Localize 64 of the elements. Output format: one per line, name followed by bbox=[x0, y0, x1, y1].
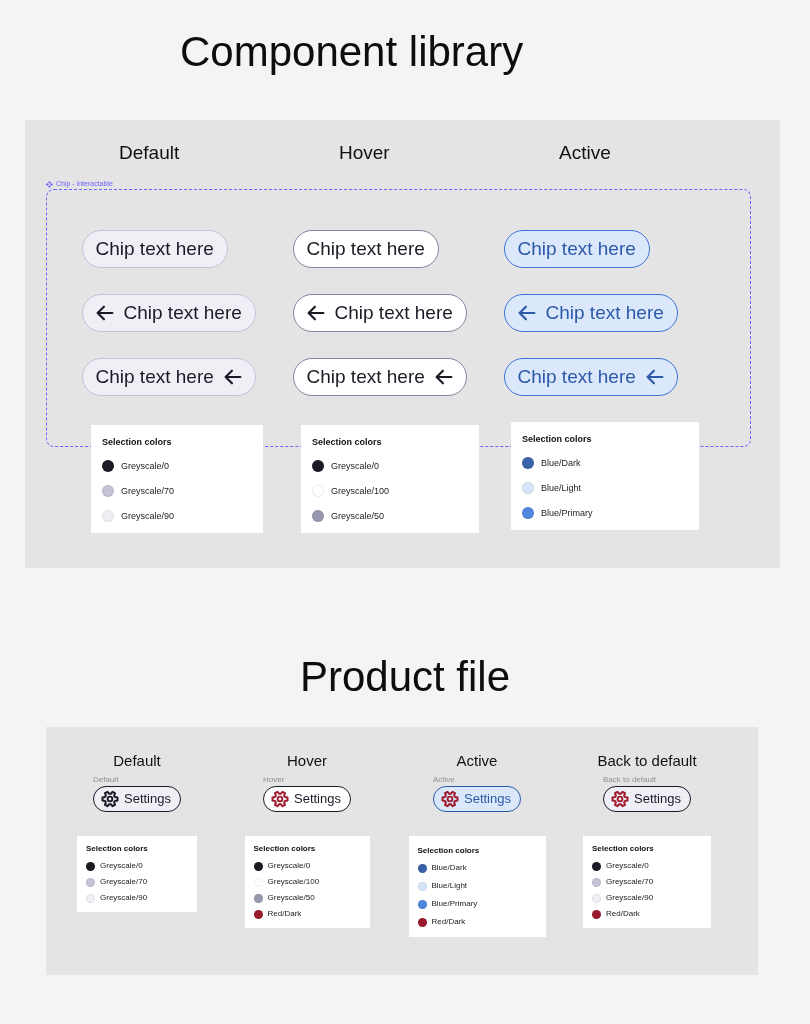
swatch-label: Blue/Primary bbox=[431, 899, 478, 909]
swatch-label: Red/Dark bbox=[606, 909, 640, 919]
swatch-label: Greyscale/0 bbox=[267, 861, 311, 871]
swatch-label: Greyscale/100 bbox=[331, 485, 390, 497]
swatch-label: Greyscale/0 bbox=[100, 861, 143, 871]
swatch-label: Red/Dark bbox=[431, 917, 466, 927]
card-title: Selection colors bbox=[102, 437, 173, 447]
swatch-label: Greyscale/0 bbox=[606, 861, 649, 871]
card-title: Selection colors bbox=[253, 844, 317, 854]
swatch-label: Greyscale/50 bbox=[331, 510, 385, 522]
state-heading: Default bbox=[113, 751, 161, 771]
state-heading: Back to default bbox=[597, 751, 697, 771]
settings-chip[interactable]: Settings bbox=[263, 786, 351, 812]
component-icon bbox=[46, 180, 53, 188]
state-heading: Hover bbox=[287, 751, 327, 771]
chip[interactable]: Chip text here bbox=[292, 230, 439, 268]
arrow-left-icon bbox=[306, 305, 325, 321]
section-title: Product file bbox=[299, 653, 511, 701]
swatch-label: Blue/Dark bbox=[431, 863, 467, 873]
state-heading: Active bbox=[559, 141, 611, 165]
swatch-label: Greyscale/90 bbox=[121, 510, 175, 522]
arrow-left-icon bbox=[517, 305, 536, 321]
chip-caption: Default bbox=[93, 775, 119, 785]
arrow-left-icon bbox=[434, 369, 453, 385]
swatch-label: Greyscale/100 bbox=[267, 877, 320, 887]
swatch-label: Greyscale/70 bbox=[606, 877, 654, 887]
chip-caption: Active bbox=[433, 775, 455, 785]
arrow-left-icon bbox=[645, 369, 664, 385]
state-heading: Hover bbox=[339, 141, 390, 165]
card-title: Selection colors bbox=[417, 846, 481, 856]
chip[interactable]: Chip text here bbox=[503, 230, 650, 268]
chip[interactable]: Chip text here bbox=[81, 230, 228, 268]
swatch-label: Greyscale/50 bbox=[267, 893, 315, 903]
swatch-label: Greyscale/70 bbox=[100, 877, 148, 887]
swatch-label: Blue/Primary bbox=[541, 507, 593, 519]
settings-chip[interactable]: Settings bbox=[603, 786, 691, 812]
swatch-label: Red/Dark bbox=[267, 909, 302, 919]
settings-chip[interactable]: Settings bbox=[433, 786, 521, 812]
swatch-label: Greyscale/0 bbox=[331, 460, 380, 472]
settings-chip[interactable]: Settings bbox=[93, 786, 181, 812]
card-title: Selection colors bbox=[522, 434, 593, 444]
swatch-label: Greyscale/70 bbox=[121, 485, 175, 497]
chip-caption: Back to default bbox=[603, 775, 656, 785]
state-heading: Default bbox=[119, 141, 180, 165]
swatch-label: Blue/Light bbox=[541, 482, 582, 494]
card-title: Selection colors bbox=[592, 844, 655, 854]
swatch-label: Greyscale/90 bbox=[100, 893, 148, 903]
chip-caption: Hover bbox=[263, 775, 285, 785]
chip[interactable]: Chip text here bbox=[81, 358, 256, 396]
state-heading: Active bbox=[456, 751, 498, 771]
chip[interactable]: Chip text here bbox=[292, 294, 467, 332]
card-title: Selection colors bbox=[86, 844, 149, 854]
swatch-label: Greyscale/0 bbox=[121, 460, 170, 472]
swatch-label: Blue/Dark bbox=[541, 457, 581, 469]
section-title: Component library bbox=[180, 28, 524, 76]
card-title: Selection colors bbox=[312, 437, 383, 447]
swatch-label: Blue/Light bbox=[431, 881, 468, 891]
chip[interactable]: Chip text here bbox=[503, 358, 678, 396]
arrow-left-icon bbox=[95, 305, 114, 321]
arrow-left-icon bbox=[223, 369, 242, 385]
chip[interactable]: Chip text here bbox=[81, 294, 256, 332]
swatch-label: Greyscale/90 bbox=[606, 893, 654, 903]
chip[interactable]: Chip text here bbox=[292, 358, 467, 396]
chip[interactable]: Chip text here bbox=[503, 294, 678, 332]
